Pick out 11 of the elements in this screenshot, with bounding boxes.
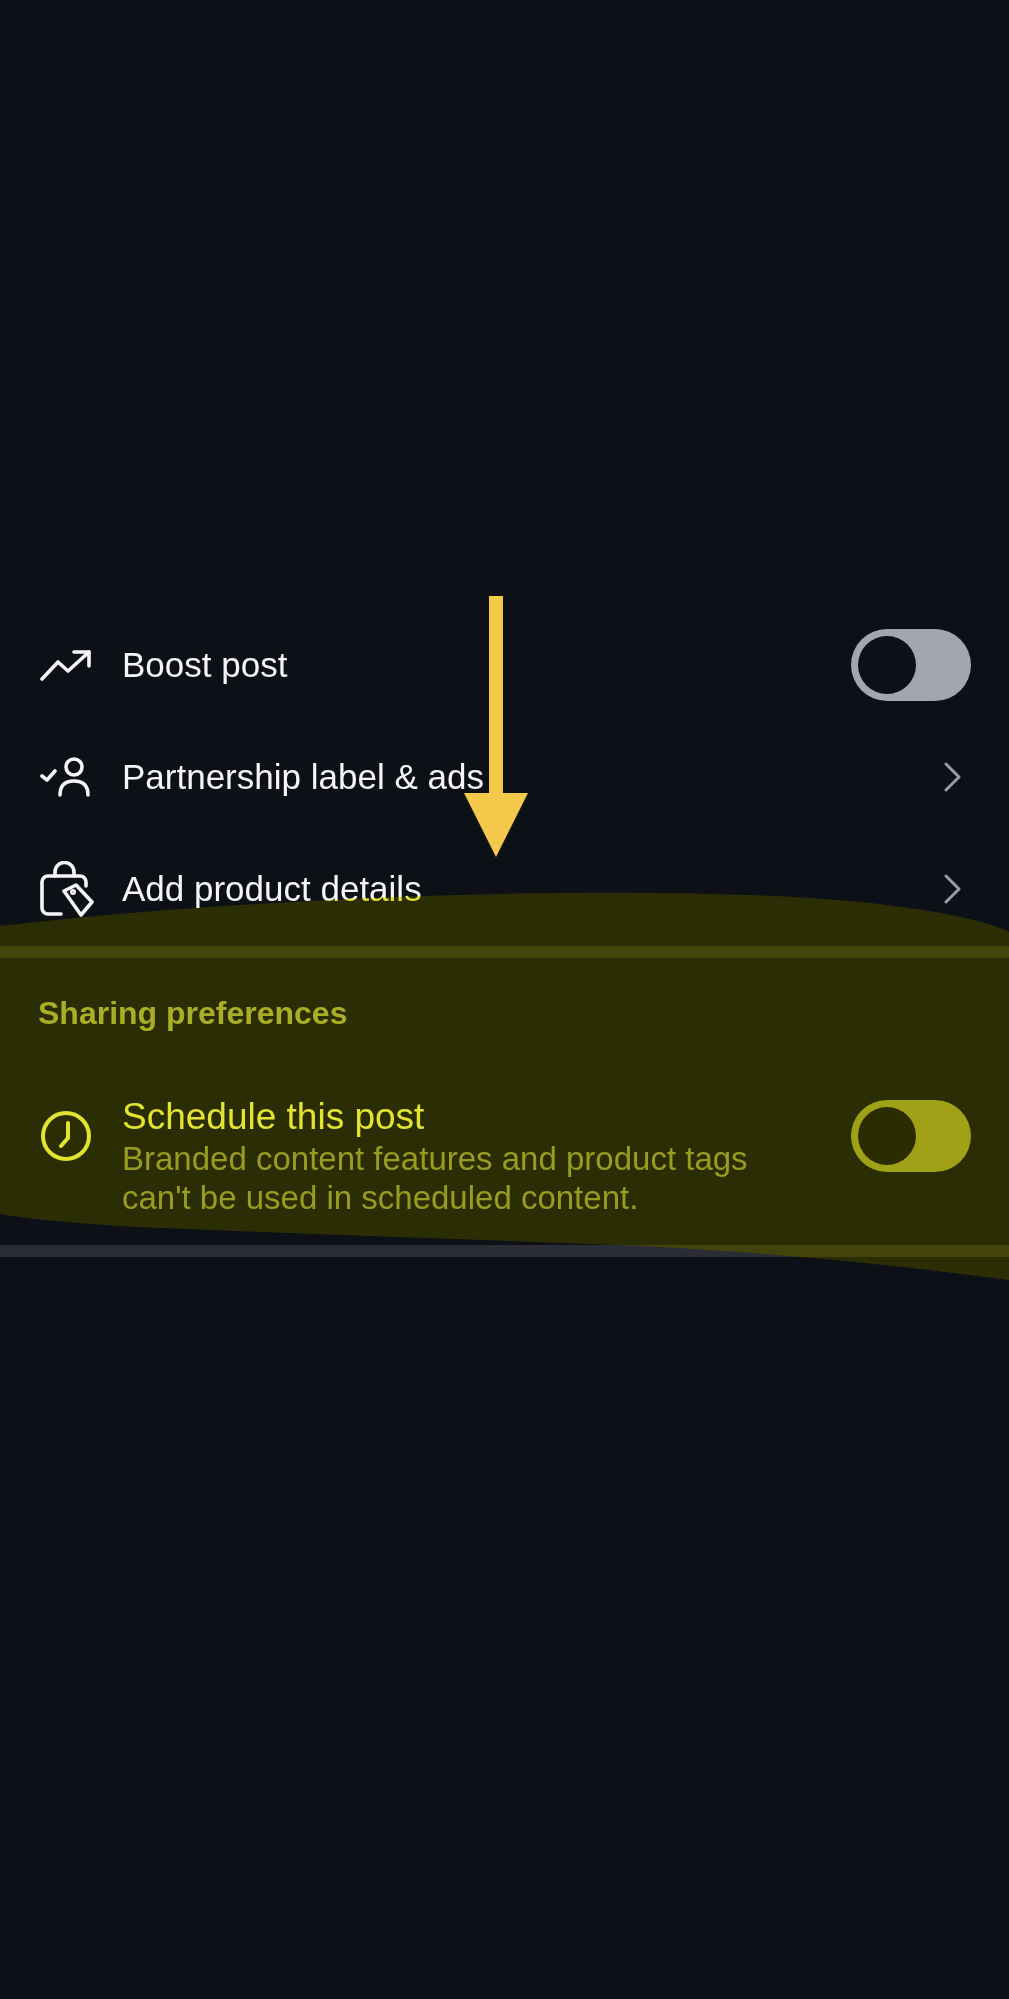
chevron-right-icon[interactable] (944, 762, 961, 792)
person-check-icon (40, 757, 92, 797)
setting-label: Schedule this post (122, 1095, 425, 1139)
setting-description: Branded content features and product tags can't be used in scheduled content. (122, 1139, 749, 1217)
setting-label: Add product details (122, 868, 422, 910)
chevron-right-icon[interactable] (944, 874, 961, 904)
bag-tag-icon (40, 861, 94, 917)
setting-label: Boost post (122, 644, 288, 686)
section-header: Sharing preferences (38, 995, 348, 1031)
setting-label: Partnership label & ads (122, 756, 484, 798)
trending-up-icon (40, 649, 92, 681)
